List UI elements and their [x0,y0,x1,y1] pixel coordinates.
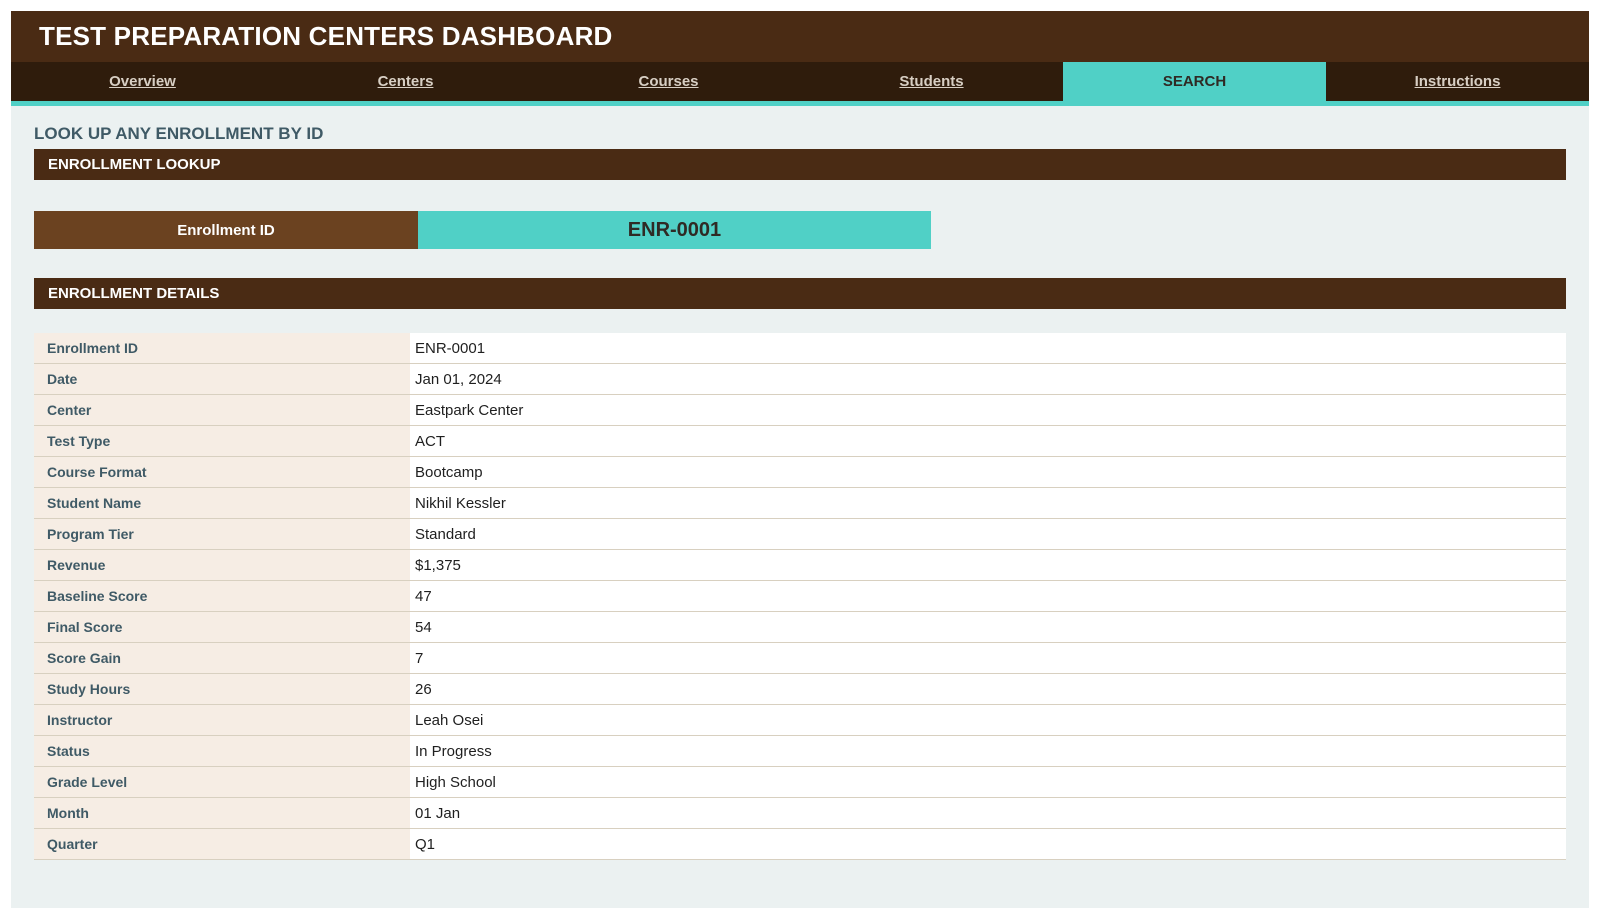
tab-centers[interactable]: Centers [274,62,537,101]
detail-key: Student Name [34,487,410,519]
detail-value: Q1 [410,828,1566,860]
table-row: Study Hours 26 [34,673,1566,705]
tab-students[interactable]: Students [800,62,1063,101]
table-row: Enrollment ID ENR-0001 [34,333,1566,364]
detail-value: ACT [410,425,1566,457]
enrollment-id-label: Enrollment ID [34,211,418,249]
enrollment-id-input[interactable]: ENR-0001 [418,211,931,249]
detail-key: Center [34,394,410,426]
table-row: Date Jan 01, 2024 [34,363,1566,395]
page-subtitle: LOOK UP ANY ENROLLMENT BY ID [34,124,324,143]
table-row: Center Eastpark Center [34,394,1566,426]
detail-value: In Progress [410,735,1566,767]
detail-key: Baseline Score [34,580,410,612]
table-row: Score Gain 7 [34,642,1566,674]
detail-value: Bootcamp [410,456,1566,488]
detail-key: Status [34,735,410,767]
detail-value: Leah Osei [410,704,1566,736]
detail-key: Course Format [34,456,410,488]
detail-value: 01 Jan [410,797,1566,829]
table-row: Course Format Bootcamp [34,456,1566,488]
table-row: Grade Level High School [34,766,1566,798]
detail-key: Study Hours [34,673,410,705]
detail-key: Instructor [34,704,410,736]
tab-courses[interactable]: Courses [537,62,800,101]
detail-value: 7 [410,642,1566,674]
detail-value: 26 [410,673,1566,705]
detail-key: Revenue [34,549,410,581]
tab-search[interactable]: SEARCH [1063,62,1326,101]
detail-key: Final Score [34,611,410,643]
detail-value: Eastpark Center [410,394,1566,426]
tab-instructions[interactable]: Instructions [1326,62,1589,101]
detail-key: Quarter [34,828,410,860]
detail-key: Test Type [34,425,410,457]
table-row: Status In Progress [34,735,1566,767]
nav-tabs: Overview Centers Courses Students SEARCH… [11,62,1589,106]
table-row: Student Name Nikhil Kessler [34,487,1566,519]
detail-value: Nikhil Kessler [410,487,1566,519]
detail-key: Grade Level [34,766,410,798]
detail-value: 47 [410,580,1566,612]
detail-value: Jan 01, 2024 [410,363,1566,395]
detail-key: Month [34,797,410,829]
table-row: Final Score 54 [34,611,1566,643]
detail-key: Score Gain [34,642,410,674]
main-content: LOOK UP ANY ENROLLMENT BY ID ENROLLMENT … [11,106,1589,860]
detail-value: $1,375 [410,549,1566,581]
details-table: Enrollment ID ENR-0001 Date Jan 01, 2024 C… [34,333,1566,860]
dashboard-frame: TEST PREPARATION CENTERS DASHBOARD Overv… [11,11,1589,908]
table-row: Month 01 Jan [34,797,1566,829]
table-row: Baseline Score 47 [34,580,1566,612]
table-row: Quarter Q1 [34,828,1566,860]
detail-value: 54 [410,611,1566,643]
table-row: Revenue $1,375 [34,549,1566,581]
detail-value: ENR-0001 [410,333,1566,364]
table-row: Test Type ACT [34,425,1566,457]
title-bar: TEST PREPARATION CENTERS DASHBOARD [11,11,1589,62]
details-section-header: ENROLLMENT DETAILS [34,278,1566,309]
detail-value: High School [410,766,1566,798]
lookup-row: Enrollment ID ENR-0001 [34,211,931,249]
table-row: Program Tier Standard [34,518,1566,550]
detail-key: Enrollment ID [34,333,410,364]
detail-key: Date [34,363,410,395]
table-row: Instructor Leah Osei [34,704,1566,736]
detail-key: Program Tier [34,518,410,550]
lookup-section-header: ENROLLMENT LOOKUP [34,149,1566,180]
page-title: TEST PREPARATION CENTERS DASHBOARD [39,21,613,51]
tab-overview[interactable]: Overview [11,62,274,101]
detail-value: Standard [410,518,1566,550]
